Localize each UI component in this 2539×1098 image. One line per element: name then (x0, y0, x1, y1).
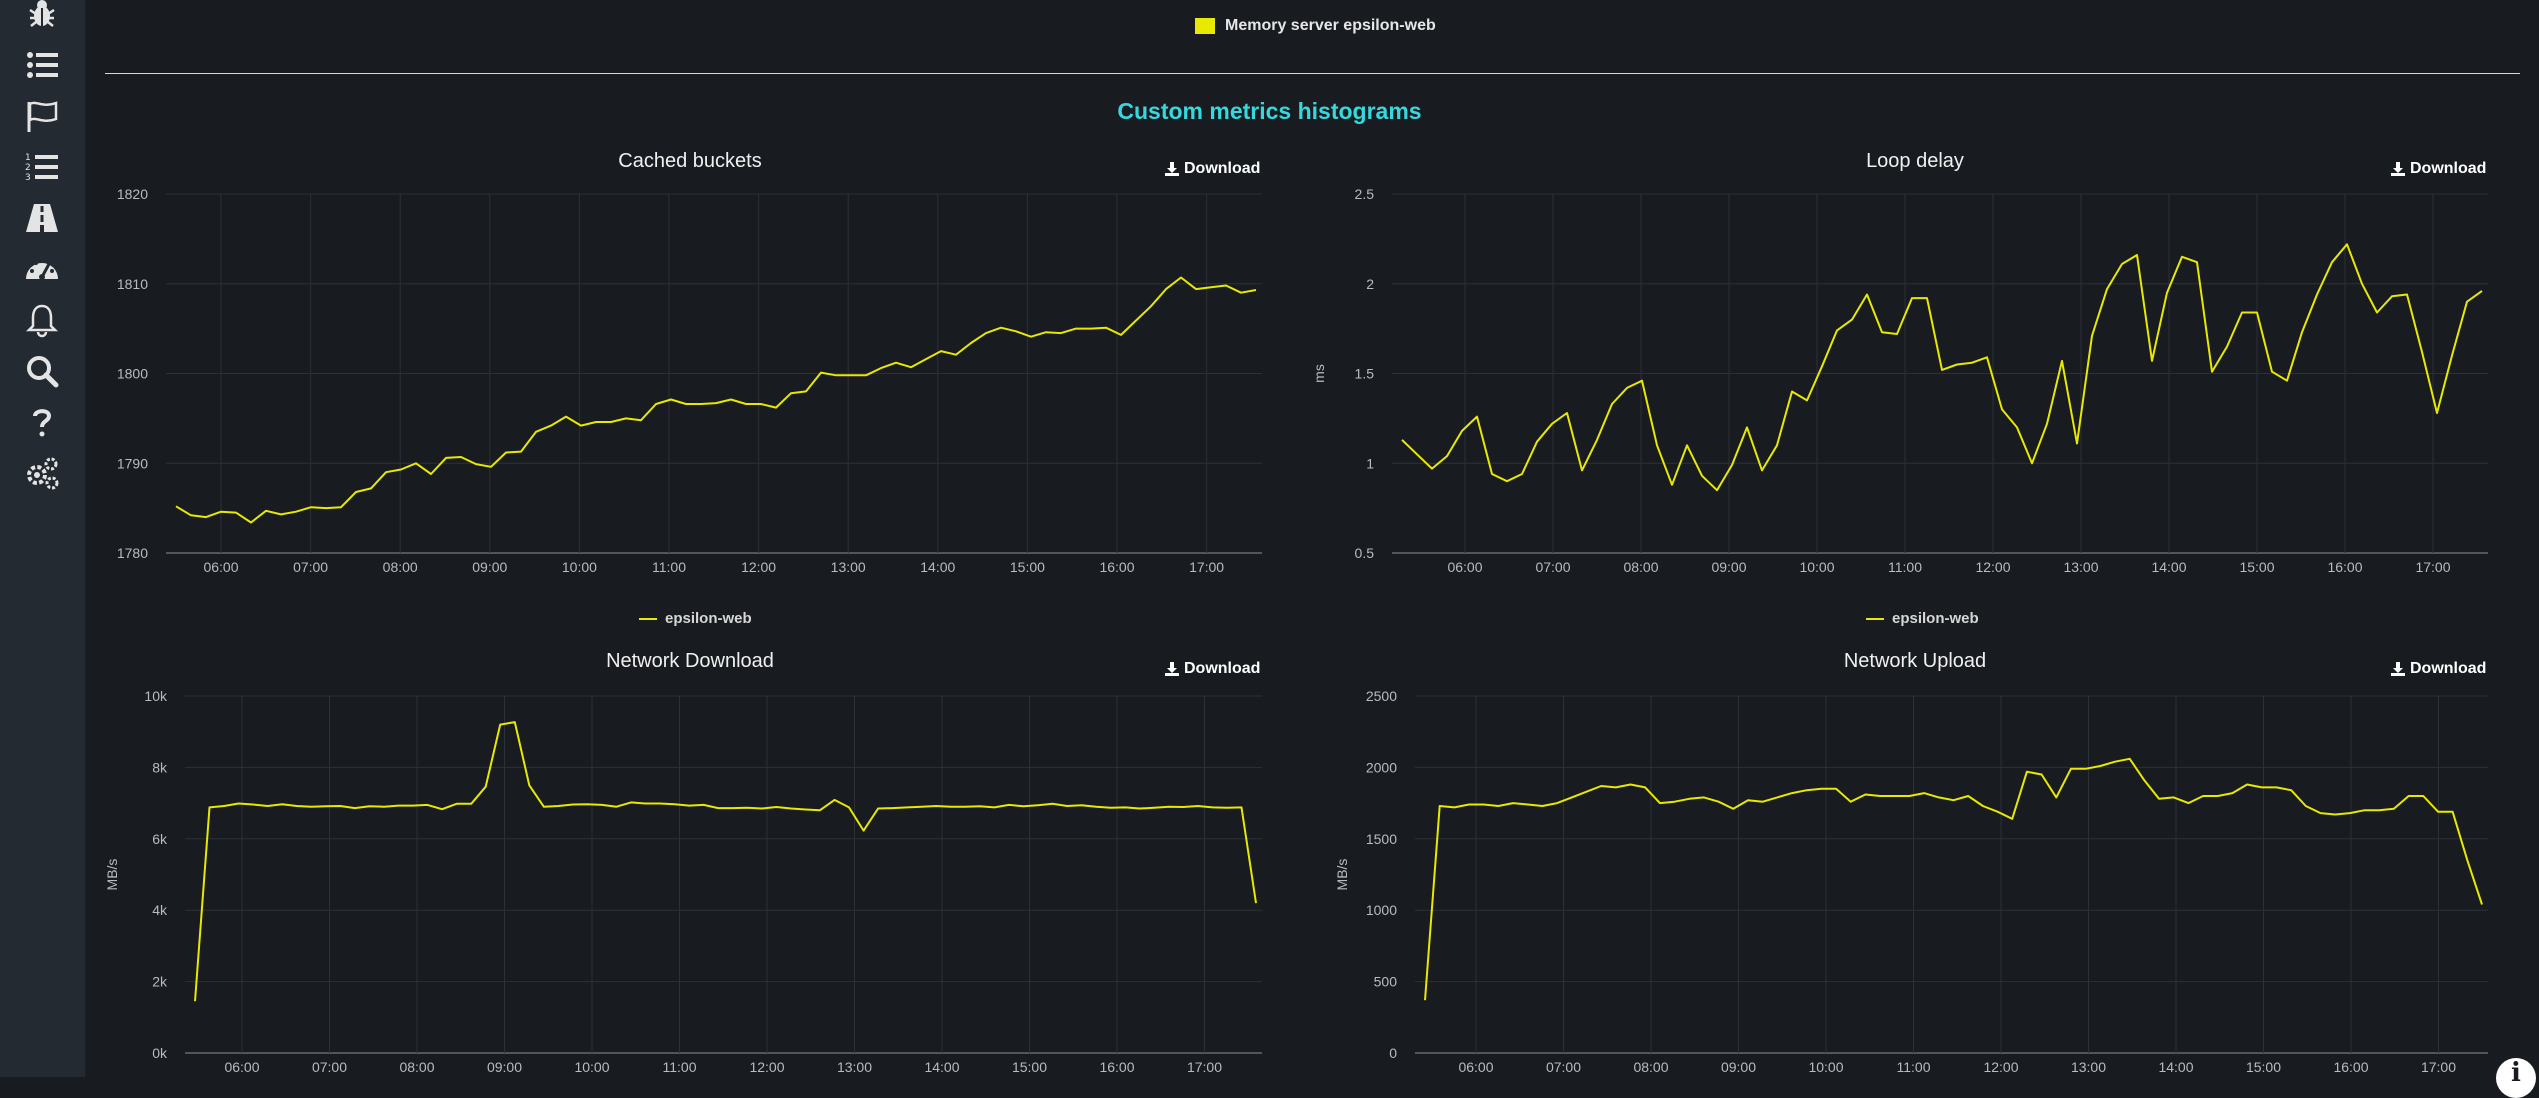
x-tick-label: 14:00 (920, 559, 955, 575)
x-tick-label: 11:00 (652, 559, 686, 575)
x-tick-label: 12:00 (1983, 1059, 2018, 1075)
y-tick-label: 1.5 (1355, 366, 1375, 382)
chart-network-download: 0k 2k 4k 6k 8k 10k 06:00 07:00 08:00 09:00 10:00 11… (104, 688, 1262, 1075)
y-tick-label: 1820 (117, 186, 148, 202)
y-axis-label: MB/s (1334, 859, 1350, 891)
x-tick-label: 08:00 (383, 559, 418, 575)
y-tick-label: 1000 (1366, 902, 1397, 918)
y-tick-label: 2 (1366, 276, 1374, 292)
x-tick-label: 09:00 (487, 1059, 522, 1075)
y-tick-label: 0 (1389, 1045, 1397, 1061)
x-tick-label: 10:00 (1799, 559, 1834, 575)
x-tick-label: 07:00 (312, 1059, 347, 1075)
series-line (1401, 243, 2483, 492)
y-axis-label: MB/s (104, 859, 120, 891)
x-tick-label: 08:00 (1623, 559, 1658, 575)
y-tick-label: 1780 (117, 545, 148, 561)
x-tick-label: 11:00 (1897, 1059, 1931, 1075)
charts-canvas: 1780 1790 1800 1810 1820 06:00 07:00 08:00 09:00… (104, 186, 2488, 1075)
y-tick-label: 2.5 (1355, 186, 1375, 202)
x-tick-label: 17:00 (2415, 559, 2450, 575)
x-tick-label: 17:00 (1189, 559, 1224, 575)
x-tick-label: 09:00 (1711, 559, 1746, 575)
x-tick-label: 16:00 (2333, 1059, 2368, 1075)
x-tick-label: 07:00 (1535, 559, 1570, 575)
series-line (194, 721, 1257, 1002)
y-tick-label: 4k (152, 902, 168, 918)
x-tick-label: 10:00 (1808, 1059, 1843, 1075)
x-tick-label: 12:00 (1975, 559, 2010, 575)
x-tick-label: 15:00 (2239, 559, 2274, 575)
x-tick-label: 06:00 (1447, 559, 1482, 575)
x-tick-label: 13:00 (2071, 1059, 2106, 1075)
x-tick-label: 06:00 (1458, 1059, 1493, 1075)
info-button[interactable]: i (2496, 1058, 2536, 1098)
x-tick-label: 16:00 (1099, 559, 1134, 575)
x-tick-label: 13:00 (831, 559, 866, 575)
x-tick-label: 13:00 (837, 1059, 872, 1075)
chart-loop-delay: 0.5 1 1.5 2 2.5 06:00 07:00 08:00 09:00 10:00 11:0… (1311, 186, 2488, 575)
x-tick-label: 15:00 (1012, 1059, 1047, 1075)
y-tick-label: 1800 (117, 366, 148, 382)
y-tick-label: 500 (1374, 974, 1398, 990)
x-tick-label: 14:00 (2151, 559, 2186, 575)
x-tick-label: 11:00 (663, 1059, 697, 1075)
x-tick-label: 08:00 (1633, 1059, 1668, 1075)
y-tick-label: 0.5 (1355, 545, 1375, 561)
x-tick-label: 07:00 (1546, 1059, 1581, 1075)
x-tick-label: 09:00 (472, 559, 507, 575)
y-tick-label: 2000 (1366, 759, 1397, 775)
y-axis-label: ms (1311, 364, 1327, 383)
x-tick-label: 10:00 (574, 1059, 609, 1075)
y-tick-label: 6k (152, 831, 168, 847)
y-tick-label: 8k (152, 759, 168, 775)
x-tick-label: 06:00 (203, 559, 238, 575)
chart-network-upload: 0 500 1000 1500 2000 2500 06:00 07:00 08:00 09:00… (1334, 688, 2488, 1075)
y-tick-label: 1810 (117, 276, 148, 292)
y-tick-label: 0k (152, 1045, 168, 1061)
y-tick-label: 1 (1366, 455, 1374, 471)
x-tick-label: 14:00 (2158, 1059, 2193, 1075)
y-tick-label: 1500 (1366, 831, 1397, 847)
x-tick-label: 17:00 (2421, 1059, 2456, 1075)
x-tick-label: 12:00 (741, 559, 776, 575)
x-tick-label: 14:00 (924, 1059, 959, 1075)
y-tick-label: 2k (152, 974, 168, 990)
y-tick-label: 1790 (117, 455, 148, 471)
x-tick-label: 10:00 (562, 559, 597, 575)
x-tick-label: 17:00 (1187, 1059, 1222, 1075)
x-tick-label: 09:00 (1721, 1059, 1756, 1075)
series-line (1424, 757, 2483, 1001)
x-tick-label: 07:00 (293, 559, 328, 575)
x-tick-label: 11:00 (1888, 559, 1922, 575)
x-tick-label: 08:00 (399, 1059, 434, 1075)
x-tick-label: 13:00 (2063, 559, 2098, 575)
chart-cached-buckets: 1780 1790 1800 1810 1820 06:00 07:00 08:00 09:00… (117, 186, 1262, 575)
x-tick-label: 06:00 (224, 1059, 259, 1075)
x-tick-label: 16:00 (1099, 1059, 1134, 1075)
x-tick-label: 15:00 (2246, 1059, 2281, 1075)
x-tick-label: 15:00 (1010, 559, 1045, 575)
series-line (175, 276, 1257, 524)
x-tick-label: 12:00 (749, 1059, 784, 1075)
y-tick-label: 2500 (1366, 688, 1397, 704)
y-tick-label: 10k (144, 688, 168, 704)
x-tick-label: 16:00 (2327, 559, 2362, 575)
